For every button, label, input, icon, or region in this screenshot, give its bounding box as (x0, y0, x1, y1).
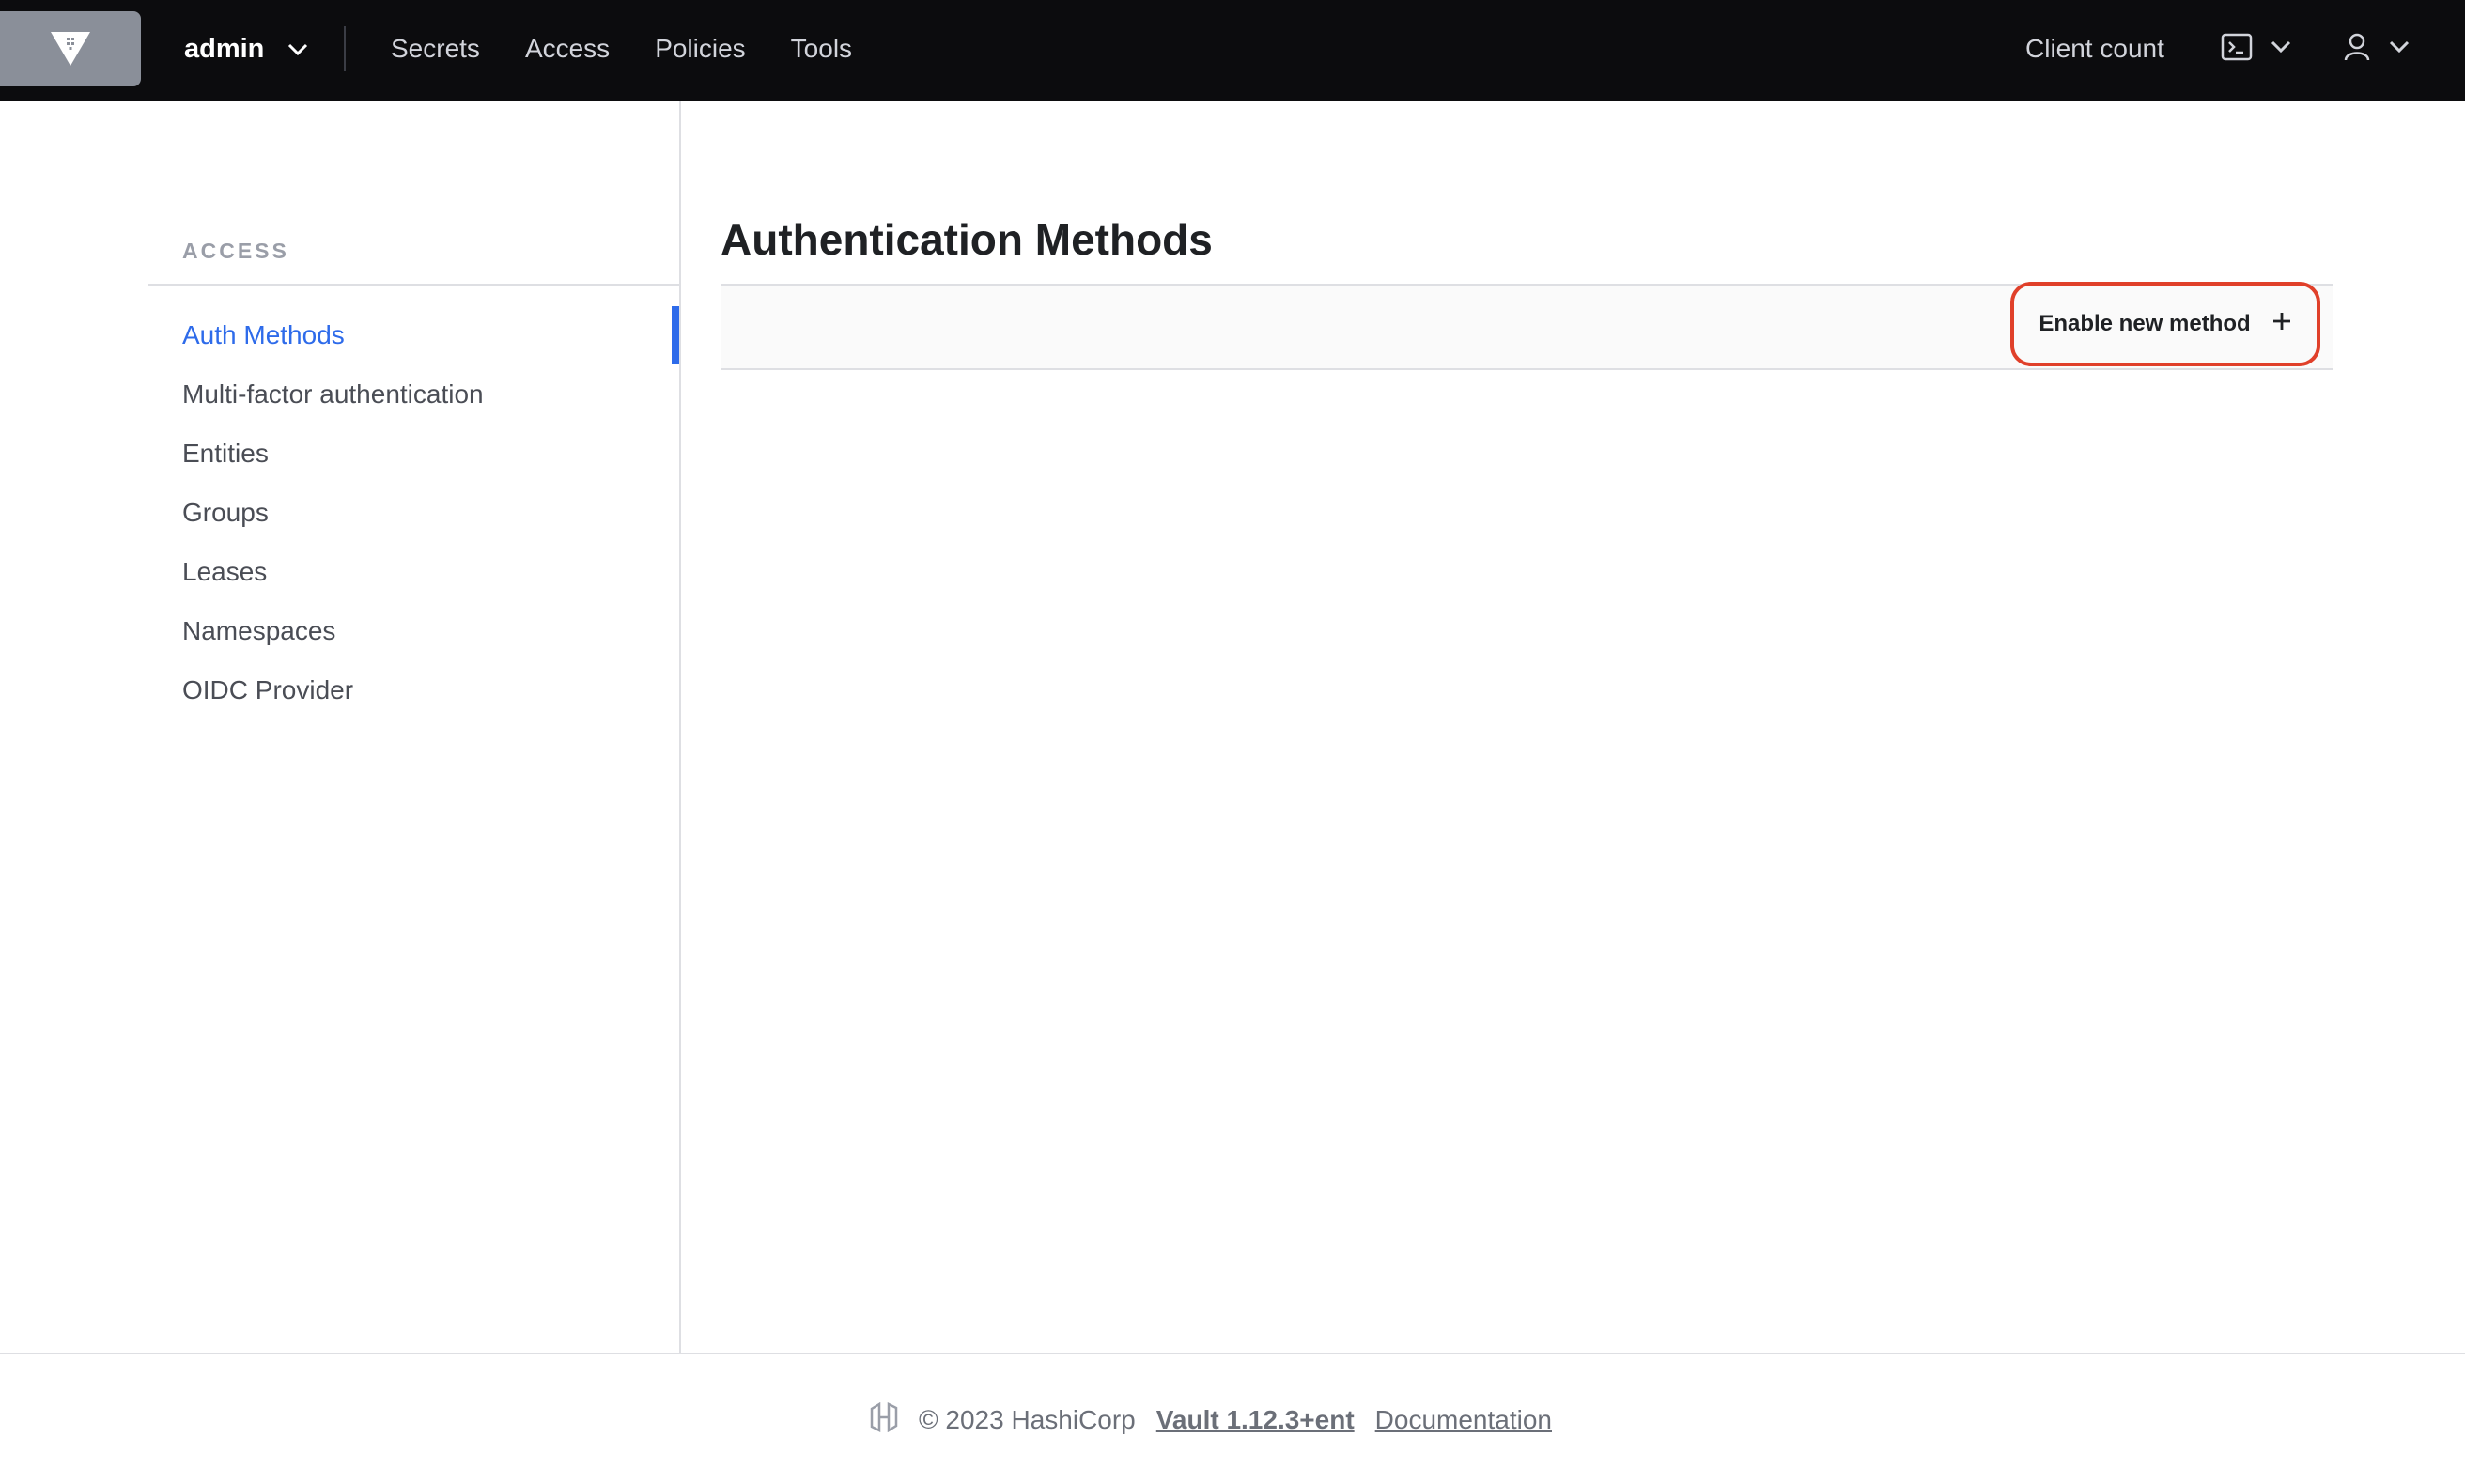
terminal-icon (2221, 33, 2253, 66)
nav-link-secrets[interactable]: Secrets (391, 34, 480, 64)
nav-link-access[interactable]: Access (525, 34, 610, 64)
user-icon (2343, 32, 2371, 67)
sidebar-heading: ACCESS (182, 239, 289, 263)
hashicorp-logo-icon (870, 1401, 898, 1439)
sidebar-item-auth-methods[interactable]: Auth Methods (182, 317, 345, 354)
sidebar-item-namespaces[interactable]: Namespaces (182, 612, 335, 650)
main-nav: Secrets Access Policies Tools (391, 28, 852, 70)
sidebar-divider (148, 284, 679, 286)
nav-link-tools[interactable]: Tools (791, 34, 852, 64)
sidebar: ACCESS Auth Methods Multi-factor authent… (0, 101, 681, 1353)
console-toggle[interactable] (2221, 28, 2292, 70)
sidebar-item-oidc-provider[interactable]: OIDC Provider (182, 672, 353, 709)
chevron-down-icon (2388, 39, 2411, 59)
active-indicator (672, 306, 679, 364)
vault-logo-icon[interactable] (0, 11, 141, 86)
copyright-text: © 2023 HashiCorp (919, 1405, 1136, 1434)
sidebar-item-mfa[interactable]: Multi-factor authentication (182, 376, 484, 413)
user-menu-toggle[interactable] (2343, 28, 2411, 70)
top-navbar: admin Secrets Access Policies Tools Clie… (0, 0, 2465, 101)
sidebar-item-groups[interactable]: Groups (182, 494, 269, 532)
nav-link-policies[interactable]: Policies (655, 34, 745, 64)
namespace-picker[interactable]: admin (184, 28, 309, 70)
page-title: Authentication Methods (721, 215, 1213, 264)
version-link[interactable]: Vault 1.12.3+ent (1156, 1405, 1355, 1435)
enable-new-method-label: Enable new method (2039, 311, 2251, 336)
footer: © 2023 HashiCorp Vault 1.12.3+ent Docume… (0, 1353, 2465, 1484)
sidebar-item-leases[interactable]: Leases (182, 553, 267, 591)
chevron-down-icon (2270, 39, 2292, 59)
chevron-down-icon (287, 34, 309, 65)
namespace-label: admin (184, 33, 265, 64)
nav-divider (344, 26, 346, 71)
sidebar-item-entities[interactable]: Entities (182, 435, 269, 472)
plus-icon (2271, 311, 2292, 338)
client-count-link[interactable]: Client count (2025, 28, 2164, 70)
enable-new-method-button[interactable]: Enable new method (2010, 282, 2320, 366)
documentation-link[interactable]: Documentation (1375, 1405, 1552, 1435)
footer-content: © 2023 HashiCorp Vault 1.12.3+ent Docume… (870, 1401, 1552, 1439)
